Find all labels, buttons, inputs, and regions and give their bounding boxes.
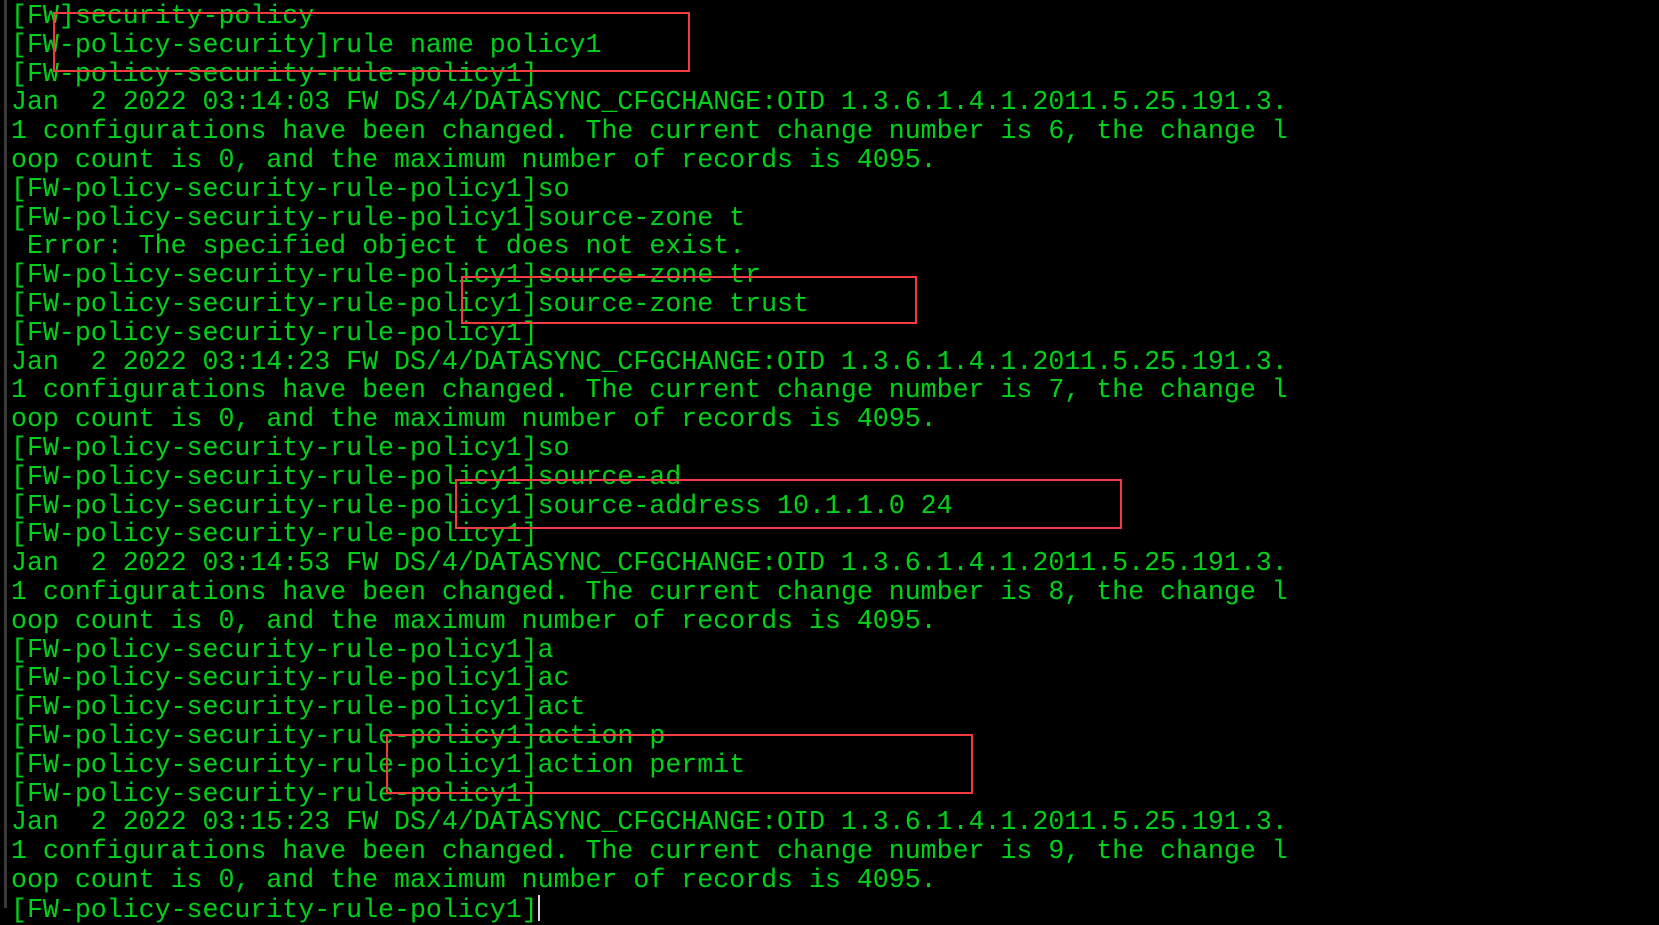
terminal-line: [FW-policy-security-rule-policy1]ac <box>11 663 570 694</box>
terminal-line: [FW-policy-security-rule-policy1] <box>11 317 538 348</box>
terminal-line: 1 configurations have been changed. The … <box>11 836 1288 867</box>
terminal-line: 1 configurations have been changed. The … <box>11 116 1288 147</box>
terminal-line: Jan 2 2022 03:14:03 FW DS/4/DATASYNC_CFG… <box>11 87 1288 118</box>
terminal-line: oop count is 0, and the maximum number o… <box>11 144 937 175</box>
terminal-line: [FW-policy-security-rule-policy1]so <box>11 432 570 463</box>
terminal-line: oop count is 0, and the maximum number o… <box>11 605 937 636</box>
terminal-line: oop count is 0, and the maximum number o… <box>11 864 937 895</box>
terminal-line: Jan 2 2022 03:15:23 FW DS/4/DATASYNC_CFG… <box>11 807 1288 838</box>
terminal-line: [FW-policy-security-rule-policy1]source-… <box>11 490 953 521</box>
terminal-line: [FW-policy-security-rule-policy1] <box>11 778 538 809</box>
terminal-line: [FW-policy-security-rule-policy1]action … <box>11 749 746 780</box>
terminal-line: [FW-policy-security-rule-policy1] <box>11 894 540 925</box>
terminal-line: [FW-policy-security-rule-policy1]source-… <box>11 288 809 319</box>
terminal-line: 1 configurations have been changed. The … <box>11 375 1288 406</box>
terminal-line: Error: The specified object t does not e… <box>11 231 746 262</box>
terminal-window[interactable]: [FW]security-policy [FW-policy-security]r… <box>4 0 1659 924</box>
terminal-line: 1 configurations have been changed. The … <box>11 576 1288 607</box>
terminal-line: [FW-policy-security-rule-policy1] <box>11 519 538 550</box>
terminal-line: [FW-policy-security-rule-policy1]act <box>11 692 586 723</box>
terminal-line: [FW-policy-security]rule name policy1 <box>11 29 602 60</box>
terminal-line: [FW-policy-security-rule-policy1]a <box>11 634 554 665</box>
terminal-line: [FW-policy-security-rule-policy1]action … <box>11 720 666 751</box>
terminal-line: [FW-policy-security-rule-policy1]source-… <box>11 202 746 233</box>
terminal-line: [FW-policy-security-rule-policy1]source-… <box>11 260 762 291</box>
terminal-line: oop count is 0, and the maximum number o… <box>11 404 937 435</box>
terminal-line: [FW-policy-security-rule-policy1]so <box>11 173 570 204</box>
terminal-output[interactable]: [FW]security-policy [FW-policy-security]r… <box>11 2 1288 924</box>
terminal-line: [FW-policy-security-rule-policy1]source-… <box>11 461 682 492</box>
terminal-line: [FW]security-policy <box>11 1 315 31</box>
terminal-line: Jan 2 2022 03:14:53 FW DS/4/DATASYNC_CFG… <box>11 548 1288 579</box>
terminal-line: [FW-policy-security-rule-policy1] <box>11 58 538 89</box>
terminal-line: Jan 2 2022 03:14:23 FW DS/4/DATASYNC_CFG… <box>11 346 1288 377</box>
